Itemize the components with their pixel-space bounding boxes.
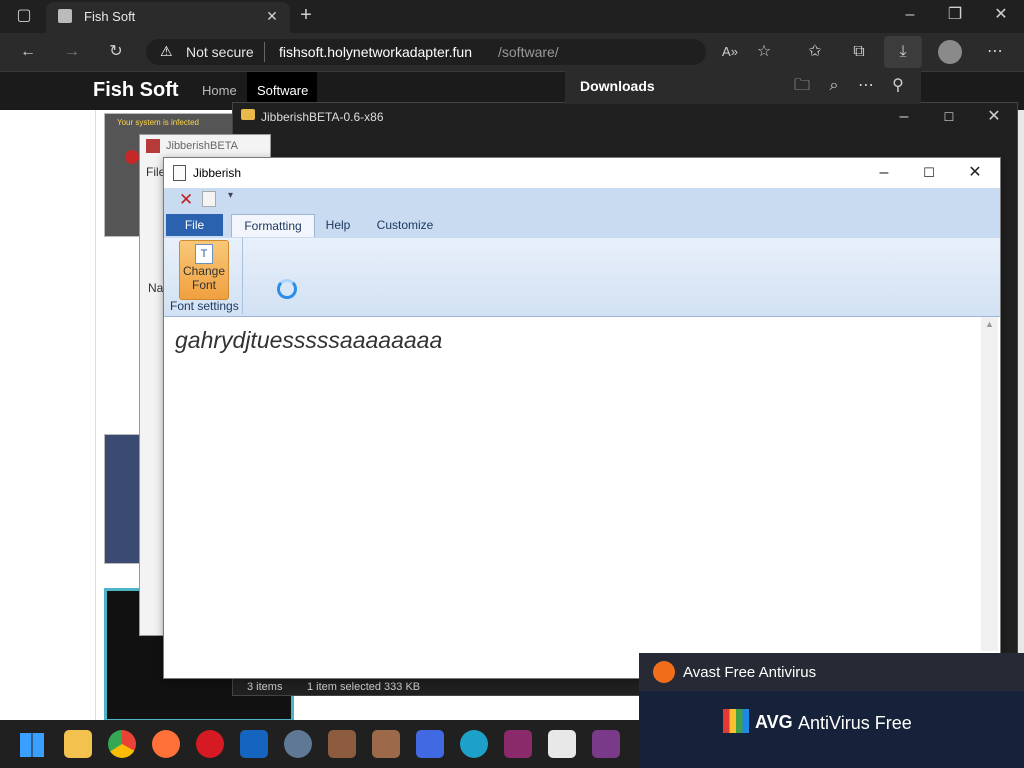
file-explorer-icon[interactable] [64, 730, 92, 758]
search-icon[interactable]: ⌕ [823, 75, 845, 97]
editor-text: gahrydjtuesssssaaaaaaaa [175, 327, 443, 353]
favicon-icon [58, 9, 72, 23]
warning-icon: ⚠ [160, 43, 173, 59]
software-thumbnail-2[interactable] [104, 434, 142, 564]
site-brand[interactable]: Fish Soft [93, 79, 179, 102]
editor-scrollbar[interactable]: ▲ [981, 317, 998, 651]
winrar-icon-3[interactable] [504, 730, 532, 758]
edge-icon[interactable] [460, 730, 488, 758]
open-folder-icon[interactable]: 🗀 [791, 75, 813, 97]
address-bar[interactable]: ⚠ Not secure fishsoft.holynetworkadapter… [146, 39, 706, 65]
avg-logo-icon [723, 709, 749, 733]
popup-caption: Your system is infected [117, 118, 199, 127]
downloads-panel: Downloads 🗀 ⌕ ⋯ ⚲ [565, 70, 921, 104]
explorer-status-items: 3 items [247, 681, 283, 693]
jib-close-icon[interactable]: ✕ [963, 162, 987, 184]
app-icon-blue[interactable] [416, 730, 444, 758]
avg-brand: AVG [755, 712, 793, 732]
app-icon [173, 165, 186, 181]
explorer-status-selected: 1 item selected 333 KB [307, 681, 421, 693]
opera-icon[interactable] [196, 730, 224, 758]
minimize-icon[interactable]: – [898, 4, 922, 26]
browser-tab-bar: ▢ Fish Soft ✕ + – ❐ ✕ [0, 0, 1024, 33]
nav-software[interactable]: Software [257, 83, 308, 98]
more-options-icon[interactable]: ⋯ [855, 75, 877, 97]
avast-icon [653, 661, 675, 683]
editor-area[interactable]: gahrydjtuesssssaaaaaaaa [165, 317, 981, 675]
close-tab-icon[interactable]: ✕ [262, 5, 282, 27]
close-window-icon[interactable]: ✕ [989, 4, 1013, 26]
font-icon: T [195, 244, 213, 264]
back-icon[interactable]: ← [16, 41, 40, 63]
explorer-title: JibberishBETA-0.6-x86 [261, 110, 384, 124]
defender-icon[interactable] [240, 730, 268, 758]
settings-icon[interactable] [284, 730, 312, 758]
downloads-icon[interactable]: ⤓ [884, 36, 922, 68]
winrar-icon-1[interactable] [328, 730, 356, 758]
security-label: Not secure [186, 44, 254, 60]
explorer-back-title: JibberishBETA [166, 140, 238, 152]
error-icon [125, 150, 139, 164]
avast-toast[interactable]: Avast Free Antivirus [639, 653, 1024, 691]
profile-avatar[interactable] [938, 40, 962, 64]
collections-icon[interactable]: ⧉ [847, 41, 871, 63]
separator [264, 42, 265, 62]
column-divider [95, 110, 96, 720]
tab-formatting[interactable]: Formatting [231, 214, 315, 237]
firefox-icon[interactable] [152, 730, 180, 758]
winrar-icon-2[interactable] [372, 730, 400, 758]
read-aloud-icon[interactable]: A» [718, 41, 742, 63]
jibberish-window: Jibberish – ☐ ✕ ✕ ▾ File Formatting Help… [163, 157, 1001, 679]
explorer-minimize-icon[interactable]: – [893, 106, 915, 128]
favorite-star-icon[interactable]: ☆ [752, 41, 776, 63]
group-separator [242, 238, 243, 314]
change-font-label-1: Change [182, 264, 226, 278]
scroll-up-icon[interactable]: ▲ [985, 319, 994, 329]
forward-icon[interactable]: → [60, 41, 84, 63]
archive-taskbar-icon[interactable] [592, 730, 620, 758]
tab-customize[interactable]: Customize [370, 214, 440, 236]
tab-title: Fish Soft [84, 9, 136, 24]
explorer-maximize-icon[interactable]: ☐ [938, 106, 960, 128]
quick-access-dropdown-icon[interactable]: ▾ [228, 190, 233, 201]
more-menu-icon[interactable]: ⋯ [983, 41, 1007, 63]
change-font-button[interactable]: T Change Font [179, 240, 229, 300]
quick-close-icon[interactable]: ✕ [179, 190, 193, 210]
new-document-icon[interactable] [202, 191, 216, 207]
archive-icon [146, 139, 160, 153]
favorites-icon[interactable]: ✩ [803, 41, 827, 63]
address-toolbar: ← → ↻ ⚠ Not secure fishsoft.holynetworka… [0, 33, 1024, 72]
tab-help[interactable]: Help [320, 214, 356, 236]
restore-icon[interactable]: ❐ [943, 4, 967, 26]
downloads-title: Downloads [580, 78, 655, 94]
url-host: fishsoft.holynetworkadapter.fun [279, 44, 473, 60]
jib-maximize-icon[interactable]: ☐ [917, 162, 941, 184]
ribbon-panel: T Change Font Font settings [164, 238, 1000, 317]
title-bar: Jibberish – ☐ ✕ [164, 158, 1000, 188]
refresh-icon[interactable]: ↻ [104, 41, 128, 63]
tab-actions-icon[interactable]: ▢ [12, 5, 36, 27]
loading-spinner-icon [277, 279, 297, 299]
font-settings-group-label: Font settings [170, 299, 239, 313]
explorer-close-icon[interactable]: ✕ [983, 106, 1005, 128]
antivirus-toasts: Avast Free Antivirus AVG AntiVirus Free [639, 653, 1024, 768]
new-tab-icon[interactable]: + [294, 4, 318, 26]
chrome-icon[interactable] [108, 730, 136, 758]
jibberish-taskbar-icon[interactable] [548, 730, 576, 758]
jib-minimize-icon[interactable]: – [872, 162, 896, 184]
browser-tab[interactable]: Fish Soft ✕ [46, 2, 290, 33]
folder-icon [241, 109, 255, 120]
tab-file[interactable]: File [166, 214, 223, 236]
avg-toast[interactable]: AVG AntiVirus Free [639, 691, 1024, 768]
window-title: Jibberish [193, 166, 242, 180]
avg-product-name: AntiVirus Free [798, 713, 912, 733]
url-path: /software/ [498, 44, 559, 60]
start-icon[interactable] [20, 733, 44, 757]
change-font-label-2: Font [191, 278, 216, 292]
avast-label: Avast Free Antivirus [683, 664, 817, 681]
nav-home[interactable]: Home [202, 83, 237, 98]
pin-icon[interactable]: ⚲ [887, 75, 909, 97]
